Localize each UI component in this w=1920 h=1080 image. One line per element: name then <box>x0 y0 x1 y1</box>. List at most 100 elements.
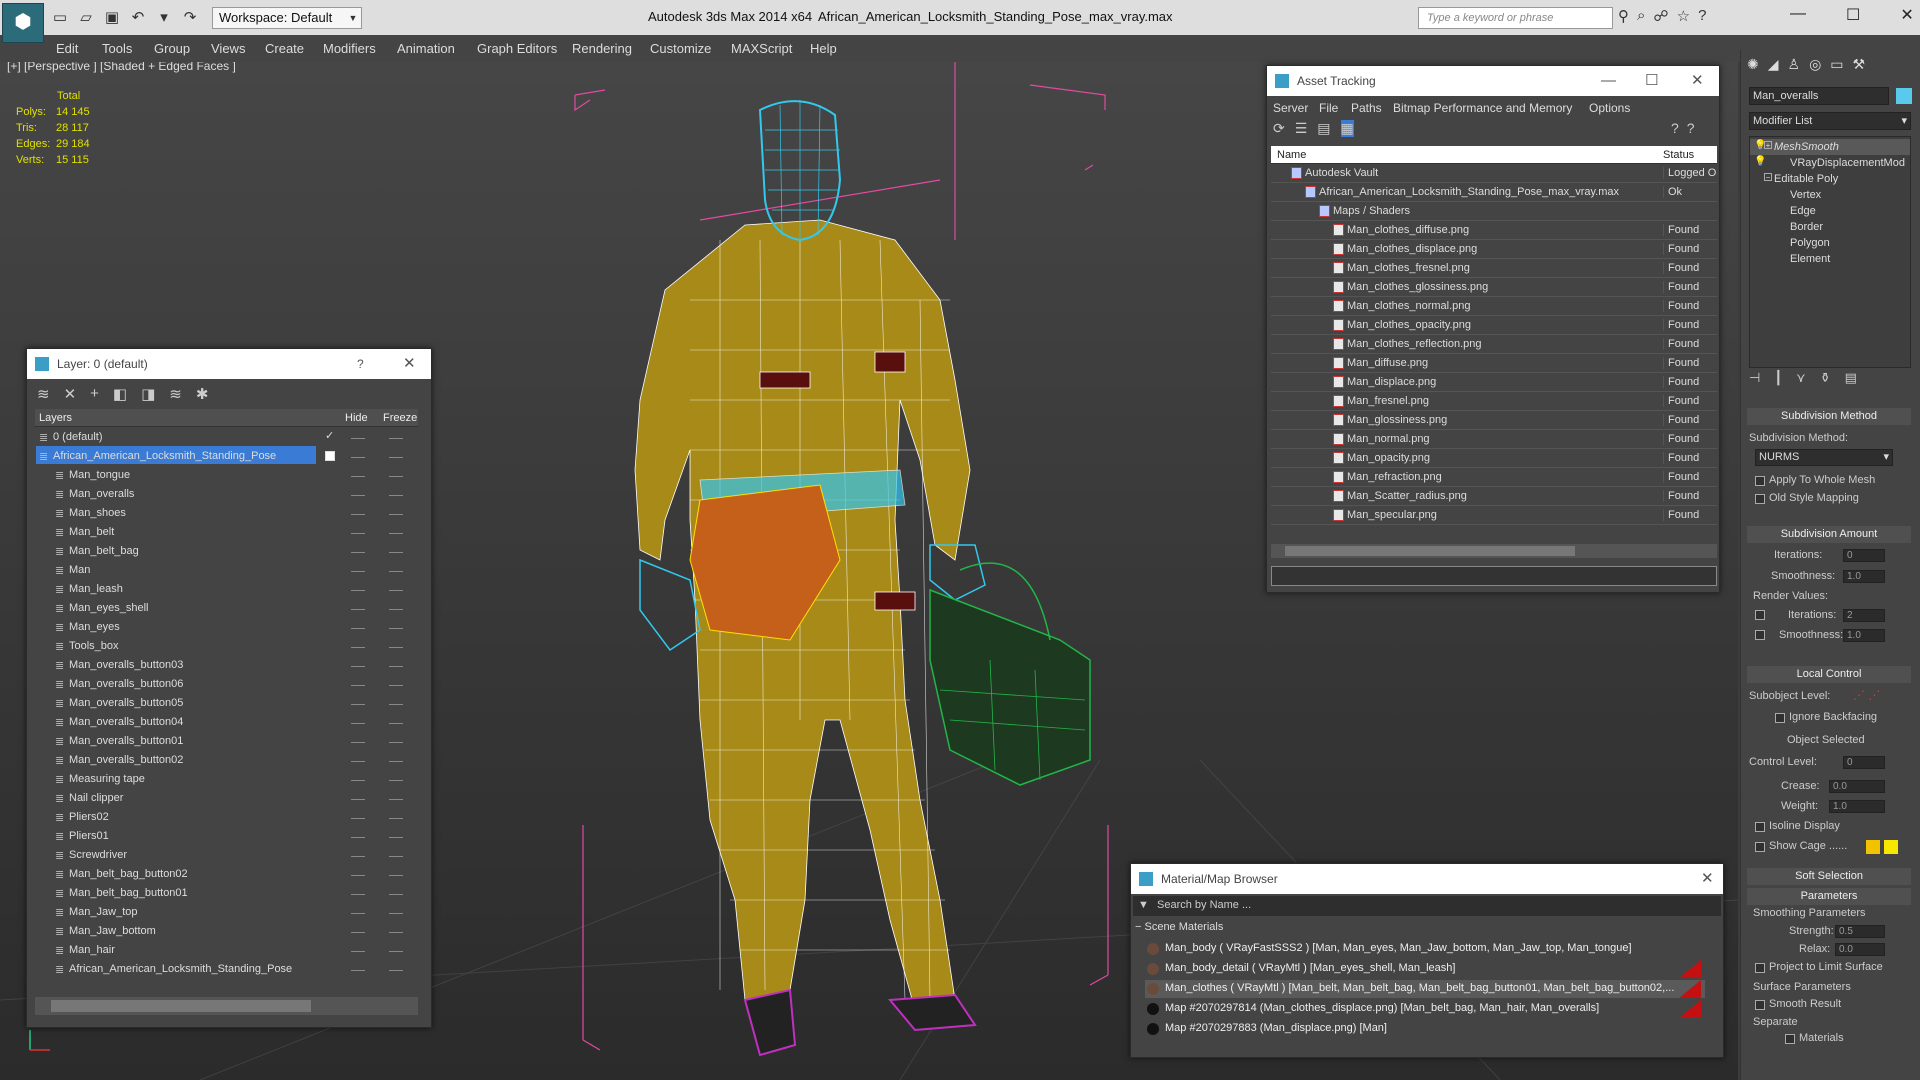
menu-server[interactable]: Server <box>1273 101 1308 115</box>
freeze-icon[interactable]: ✱ <box>196 385 209 403</box>
menu-create[interactable]: Create <box>265 41 304 56</box>
col-freeze[interactable]: Freeze <box>383 412 417 424</box>
asset-row[interactable]: Man_fresnel.png Found <box>1271 392 1717 411</box>
help-icon[interactable]: ? <box>1698 7 1706 25</box>
menu-rendering[interactable]: Rendering <box>572 41 632 56</box>
details-icon[interactable]: ▤ <box>1317 120 1330 137</box>
horizontal-scrollbar[interactable] <box>35 997 418 1015</box>
open-file-icon[interactable]: ▱ <box>76 8 96 26</box>
menu-views[interactable]: Views <box>211 41 245 56</box>
star-icon[interactable]: ☆ <box>1677 7 1690 25</box>
layer-row[interactable]: ≣ Man_overalls_button01 <box>35 733 418 751</box>
display-tab-icon[interactable]: ▭ <box>1830 56 1843 73</box>
material-search-input[interactable]: Search by Name ... <box>1157 899 1251 911</box>
hide-toggle[interactable] <box>351 761 365 762</box>
stack-item[interactable]: Border <box>1750 219 1910 235</box>
layer-row[interactable]: ≣ African_American_Locksmith_Standing_Pos… <box>35 961 418 979</box>
hide-toggle[interactable] <box>351 780 365 781</box>
delete-icon[interactable]: ✕ <box>64 385 77 403</box>
material-row[interactable]: Man_body_detail ( VRayMtl ) [Man_eyes_sh… <box>1145 960 1705 978</box>
layer-row[interactable]: ≣ Screwdriver <box>35 847 418 865</box>
help-icon[interactable]: ? <box>1671 120 1679 136</box>
freeze-toggle[interactable] <box>389 609 403 610</box>
layer-row[interactable]: ≣ Nail clipper <box>35 790 418 808</box>
redo-icon[interactable]: ↷ <box>180 8 200 26</box>
freeze-toggle[interactable] <box>389 571 403 572</box>
layer-row[interactable]: ≣ Man_hair <box>35 942 418 960</box>
hide-toggle[interactable] <box>351 723 365 724</box>
render-smoothness-checkbox[interactable] <box>1755 630 1765 640</box>
minimize-icon[interactable]: — <box>1601 66 1616 96</box>
freeze-toggle[interactable] <box>389 438 403 439</box>
freeze-toggle[interactable] <box>389 875 403 876</box>
hide-toggle[interactable] <box>351 837 365 838</box>
hide-toggle[interactable] <box>351 875 365 876</box>
stack-item[interactable]: Edge <box>1750 203 1910 219</box>
col-hide[interactable]: Hide <box>345 412 368 424</box>
smoothness-spinner[interactable]: 1.0 <box>1843 570 1885 583</box>
asset-row[interactable]: Man_clothes_reflection.png Found <box>1271 335 1717 354</box>
smooth-result-checkbox[interactable] <box>1755 1000 1765 1010</box>
subdivision-amount-rollout[interactable]: Subdivision Amount <box>1747 526 1911 543</box>
modify-tab-icon[interactable]: ◢ <box>1768 56 1779 73</box>
freeze-toggle[interactable] <box>389 894 403 895</box>
asset-row[interactable]: African_American_Locksmith_Standing_Pose… <box>1271 183 1717 202</box>
layer-row[interactable]: ≣ Tools_box <box>35 638 418 656</box>
chevron-down-icon[interactable]: ▼ <box>346 8 360 28</box>
layer-row[interactable]: ≣ Pliers02 <box>35 809 418 827</box>
hide-toggle[interactable] <box>351 742 365 743</box>
menu-paths[interactable]: Paths <box>1351 101 1382 115</box>
freeze-toggle[interactable] <box>389 533 403 534</box>
table-view-icon[interactable]: ▦ <box>1340 120 1354 137</box>
subdiv-method-select[interactable]: NURMS ▾ <box>1755 449 1893 466</box>
object-name-field[interactable]: Man_overalls <box>1749 87 1889 105</box>
hide-toggle[interactable] <box>351 628 365 629</box>
close-icon[interactable]: ✕ <box>1691 66 1704 96</box>
asset-row[interactable]: Man_displace.png Found <box>1271 373 1717 392</box>
hide-toggle[interactable] <box>351 685 365 686</box>
select-icon[interactable]: ◧ <box>113 385 127 403</box>
col-status[interactable]: Status <box>1663 149 1694 161</box>
layer-row[interactable]: ≣ Man_overalls <box>35 486 418 504</box>
utilities-tab-icon[interactable]: ⚒ <box>1853 56 1866 73</box>
layer-row[interactable]: ≣ Man_Jaw_top <box>35 904 418 922</box>
stack-item[interactable]: Vertex <box>1750 187 1910 203</box>
freeze-toggle[interactable] <box>389 723 403 724</box>
asset-row[interactable]: Man_clothes_fresnel.png Found <box>1271 259 1717 278</box>
object-color-swatch[interactable] <box>1896 88 1912 104</box>
hide-toggle[interactable] <box>351 476 365 477</box>
menu-customize[interactable]: Customize <box>650 41 711 56</box>
asset-row[interactable]: Man_clothes_normal.png Found <box>1271 297 1717 316</box>
menu-modifiers[interactable]: Modifiers <box>323 41 376 56</box>
layer-row[interactable]: ≣ Man_overalls_button02 <box>35 752 418 770</box>
render-iterations-spinner[interactable]: 2 <box>1843 609 1885 622</box>
scrollbar-thumb[interactable] <box>51 1000 311 1012</box>
list-icon[interactable]: ☰ <box>1295 120 1308 137</box>
layer-row[interactable]: ≣ Measuring tape <box>35 771 418 789</box>
layer-row[interactable]: ≣ Man_belt_bag <box>35 543 418 561</box>
subdivision-method-rollout[interactable]: Subdivision Method <box>1747 408 1911 425</box>
hide-toggle[interactable] <box>351 552 365 553</box>
menu-graph-editors[interactable]: Graph Editors <box>477 41 557 56</box>
hide-toggle[interactable] <box>351 970 365 971</box>
cage-selected-color-swatch[interactable] <box>1884 840 1898 854</box>
minimize-icon[interactable]: — <box>1790 5 1806 25</box>
material-row[interactable]: Map #2070297883 (Man_displace.png) [Man] <box>1145 1020 1705 1038</box>
materials-checkbox[interactable] <box>1785 1034 1795 1044</box>
asset-row[interactable]: Autodesk Vault Logged Ou <box>1271 164 1717 183</box>
add-icon[interactable]: + <box>90 385 99 403</box>
remove-modifier-icon[interactable]: ⚱ <box>1820 370 1831 386</box>
layer-row[interactable]: ≣ Man_shoes <box>35 505 418 523</box>
hide-toggle[interactable] <box>351 666 365 667</box>
layer-row[interactable]: ≣ Man_eyes_shell <box>35 600 418 618</box>
layer-row[interactable]: ≣ Man_leash <box>35 581 418 599</box>
menu-options[interactable]: Options <box>1589 101 1630 115</box>
freeze-toggle[interactable] <box>389 761 403 762</box>
freeze-toggle[interactable] <box>389 495 403 496</box>
stack-item[interactable]: 💡 VRayDisplacementMod <box>1750 155 1910 171</box>
freeze-toggle[interactable] <box>389 970 403 971</box>
soft-selection-rollout[interactable]: Soft Selection <box>1747 868 1911 885</box>
strength-spinner[interactable]: 0.5 <box>1835 925 1885 938</box>
app-logo-icon[interactable]: ⬢ <box>2 3 44 43</box>
layer-row[interactable]: ≣ Man_overalls_button06 <box>35 676 418 694</box>
